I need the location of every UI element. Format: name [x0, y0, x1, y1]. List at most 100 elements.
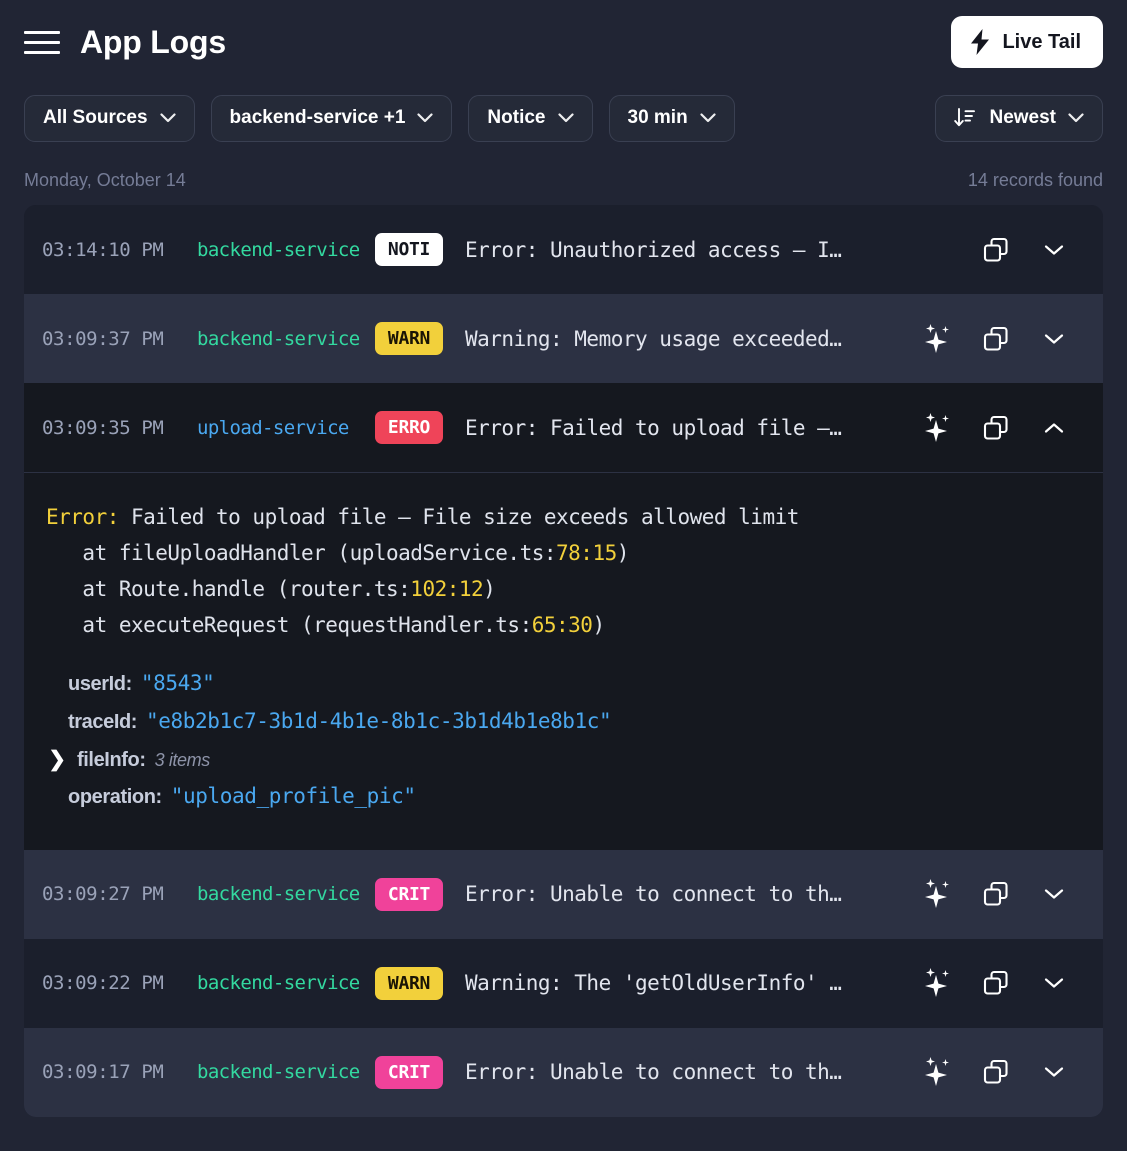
log-source: backend-service	[197, 327, 360, 350]
copy-button[interactable]	[967, 310, 1025, 368]
row-actions	[909, 399, 1083, 457]
chevron-down-icon	[1068, 113, 1084, 123]
status-badge: CRIT	[375, 877, 443, 911]
stack-frame-line: 65:30	[531, 613, 593, 638]
sort-order-button[interactable]: Newest	[935, 94, 1103, 142]
log-timestamp: 03:09:22 PM	[42, 972, 164, 995]
log-message: Error: Failed to upload file —…	[465, 415, 842, 440]
results-meta: Monday, October 14 14 records found	[0, 152, 1127, 205]
log-timestamp: 03:09:27 PM	[42, 883, 164, 906]
hamburger-bar	[24, 40, 60, 44]
log-source: backend-service	[197, 238, 360, 261]
log-source: backend-service	[197, 883, 360, 906]
chevron-down-icon	[700, 113, 716, 123]
field-key: traceId:	[68, 711, 138, 734]
ai-explain-button[interactable]	[909, 954, 967, 1012]
stack-frame-line: 78:15	[556, 541, 617, 566]
sparkles-icon	[925, 412, 949, 442]
detail-field-fileinfo[interactable]: ❯ fileInfo: 3 items	[46, 741, 1081, 779]
table-row[interactable]: 03:09:37 PM backend-service WARN Warning…	[24, 294, 1103, 383]
live-tail-button[interactable]: Live Tail	[951, 16, 1103, 68]
expand-toggle-button[interactable]	[1025, 221, 1083, 279]
chevron-down-icon	[159, 113, 176, 123]
sort-descending-icon	[954, 108, 976, 127]
chevron-down-icon	[557, 113, 574, 123]
filter-bar: All Sources backend-service +1 Notice 30…	[0, 84, 1127, 152]
log-timestamp: 03:09:35 PM	[42, 416, 164, 439]
copy-button[interactable]	[967, 399, 1025, 457]
filter-all-sources[interactable]: All Sources	[24, 94, 195, 142]
stack-frame-tail: )	[592, 613, 605, 638]
ai-explain-button[interactable]	[909, 399, 967, 457]
copy-icon	[983, 415, 1008, 440]
log-message: Warning: The 'getOldUserInfo' …	[465, 971, 842, 996]
header-left-group: App Logs	[24, 24, 226, 61]
expand-toggle-button[interactable]	[1025, 1043, 1083, 1101]
app-header: App Logs Live Tail	[0, 0, 1127, 84]
detail-field-traceid: traceId: "e8b2b1c7-3b1d-4b1e-8b1c-3b1d4b…	[46, 703, 1081, 741]
filter-service-label: backend-service +1	[229, 107, 406, 128]
expand-toggle-button[interactable]	[1025, 865, 1083, 923]
row-actions	[909, 954, 1083, 1012]
sparkles-icon	[925, 968, 949, 998]
bolt-icon	[971, 29, 990, 55]
hamburger-bar	[24, 30, 60, 34]
expand-toggle-button[interactable]	[1025, 954, 1083, 1012]
sort-order-label: Newest	[989, 107, 1056, 128]
copy-button[interactable]	[967, 954, 1025, 1012]
copy-button[interactable]	[967, 865, 1025, 923]
ai-explain-button[interactable]	[909, 310, 967, 368]
log-list: 03:14:10 PM backend-service NOTI Error: …	[24, 205, 1103, 1117]
filter-timerange[interactable]: 30 min	[608, 94, 735, 142]
copy-icon	[983, 1060, 1008, 1084]
stack-frame-tail: )	[616, 541, 630, 566]
sparkles-icon	[925, 323, 949, 353]
filter-service[interactable]: backend-service +1	[210, 94, 453, 142]
field-key: fileInfo:	[77, 748, 146, 771]
filter-timerange-label: 30 min	[627, 107, 688, 128]
copy-button[interactable]	[967, 221, 1025, 279]
stack-frame-text: at executeRequest (requestHandler.ts:	[46, 613, 532, 638]
field-key: userId:	[68, 673, 132, 696]
log-message: Error: Unable to connect to th…	[465, 1060, 842, 1085]
field-item-count: 3 items	[154, 749, 211, 770]
table-row[interactable]: 03:14:10 PM backend-service NOTI Error: …	[24, 205, 1103, 294]
collapse-toggle-button[interactable]	[1025, 399, 1083, 457]
stack-error-message: Failed to upload file — File size exceed…	[118, 505, 799, 529]
stack-error-label: Error:	[46, 505, 119, 529]
log-source: backend-service	[197, 972, 360, 995]
status-badge: WARN	[375, 966, 443, 1000]
chevron-down-icon	[1044, 889, 1064, 899]
chevron-down-icon	[1044, 978, 1064, 988]
expand-toggle-button[interactable]	[1025, 310, 1083, 368]
copy-button[interactable]	[967, 1043, 1025, 1101]
log-message: Error: Unauthorized access — I…	[465, 237, 842, 262]
table-row[interactable]: 03:09:22 PM backend-service WARN Warning…	[24, 938, 1103, 1028]
field-value: "8543"	[140, 671, 215, 696]
record-count: 14 records found	[967, 170, 1103, 190]
ai-explain-button[interactable]	[909, 865, 967, 923]
page-title: App Logs	[80, 23, 226, 60]
log-message: Warning: Memory usage exceeded…	[465, 326, 842, 351]
status-badge: CRIT	[375, 1055, 443, 1089]
table-row[interactable]: 03:09:35 PM upload-service ERRO Error: F…	[24, 383, 1103, 472]
log-source: backend-service	[197, 1061, 360, 1084]
filter-level[interactable]: Notice	[468, 94, 593, 142]
detail-field-operation: operation: "upload_profile_pic"	[46, 778, 1081, 816]
chevron-down-icon	[1044, 333, 1064, 344]
ai-explain-button[interactable]	[909, 1043, 967, 1101]
log-detail-panel: Error: Failed to upload file — File size…	[24, 472, 1103, 850]
chevron-up-icon	[1044, 422, 1064, 433]
chevron-down-icon	[1044, 244, 1064, 255]
hamburger-icon[interactable]	[24, 28, 60, 56]
table-row[interactable]: 03:09:17 PM backend-service CRIT Error: …	[24, 1027, 1103, 1117]
chevron-right-icon[interactable]: ❯	[46, 741, 68, 778]
field-value: "e8b2b1c7-3b1d-4b1e-8b1c-3b1d4b1e8b1c"	[146, 709, 612, 734]
table-row[interactable]: 03:09:27 PM backend-service CRIT Error: …	[24, 849, 1103, 939]
log-timestamp: 03:09:37 PM	[42, 327, 164, 350]
sparkles-icon-placeholder	[909, 221, 967, 279]
row-actions	[909, 865, 1083, 923]
date-heading: Monday, October 14	[24, 170, 186, 190]
chevron-down-icon	[1044, 1067, 1064, 1077]
copy-icon	[983, 882, 1008, 906]
